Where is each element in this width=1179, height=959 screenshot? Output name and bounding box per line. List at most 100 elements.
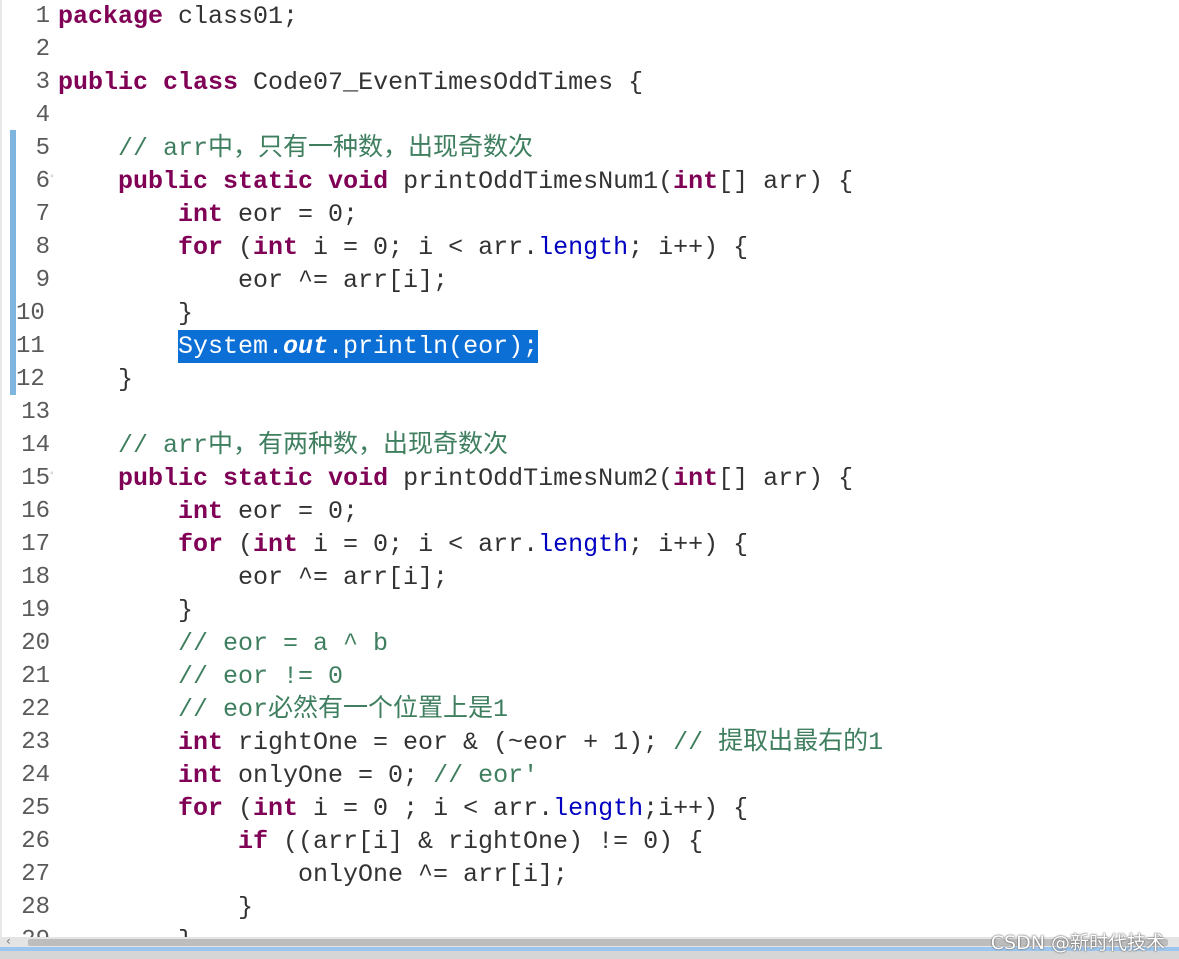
keyword: static: [223, 464, 314, 493]
code-text: int eor = 0;: [178, 495, 358, 528]
keyword: int: [178, 200, 224, 229]
code-text: public static void printOddTimesNum2(int…: [118, 462, 853, 495]
code-token: ; i++) {: [628, 530, 749, 559]
watermark: CSDN @新时代技术: [990, 932, 1165, 954]
code-token: [] arr) {: [718, 464, 854, 493]
line-number: 19: [21, 597, 50, 624]
code-line[interactable]: 16 int eor = 0;: [0, 495, 1179, 528]
code-line[interactable]: 18 eor ^= arr[i];: [0, 561, 1179, 594]
code-token: eor ^= arr[i];: [238, 563, 449, 592]
code-token: rightOne = eor & (~eor + 1);: [223, 728, 674, 757]
code-line[interactable]: 26 if ((arr[i] & rightOne) != 0) {: [0, 825, 1179, 858]
code-token: eor = 0;: [223, 497, 359, 526]
code-line[interactable]: 5 // arr中，只有一种数，出现奇数次: [0, 132, 1179, 165]
code-line[interactable]: 27 onlyOne ^= arr[i];: [0, 858, 1179, 891]
code-text: for (int i = 0 ; i < arr.length;i++) {: [178, 792, 748, 825]
keyword: int: [178, 761, 224, 790]
keyword: class: [163, 68, 239, 97]
code-line[interactable]: 15 ◦ public static void printOddTimesNum2(…: [0, 462, 1179, 495]
keyword: for: [178, 794, 224, 823]
code-editor[interactable]: 1 package class01; 2 3 public class Code07_E…: [0, 0, 1179, 940]
keyword: int: [253, 530, 299, 559]
keyword: for: [178, 233, 224, 262]
fold-marker-icon[interactable]: ◦: [49, 458, 55, 491]
fold-marker-icon[interactable]: ◦: [49, 161, 55, 194]
code-line[interactable]: 23 int rightOne = eor & (~eor + 1); // 提取…: [0, 726, 1179, 759]
code-token: .println(eor);: [328, 332, 539, 361]
line-number: 17: [21, 531, 50, 558]
code-text: // eor != 0: [178, 660, 343, 693]
code-line[interactable]: 14 // arr中，有两种数，出现奇数次: [0, 429, 1179, 462]
line-number: 2: [35, 36, 50, 63]
code-line[interactable]: 9 eor ^= arr[i];: [0, 264, 1179, 297]
code-token: ((arr[i] & rightOne) != 0) {: [268, 827, 704, 856]
code-line[interactable]: 12}: [0, 363, 1179, 396]
code-line[interactable]: 6 ◦ public static void printOddTimesNum1(i…: [0, 165, 1179, 198]
code-line[interactable]: 17 for (int i = 0; i < arr.length; i++) {: [0, 528, 1179, 561]
code-token: printOddTimesNum1(: [388, 167, 674, 196]
keyword: public: [118, 464, 209, 493]
code-line[interactable]: 1 package class01;: [0, 0, 1179, 33]
keyword: if: [238, 827, 269, 856]
line-number: 9: [35, 267, 50, 294]
line-number: 25: [21, 795, 50, 822]
code-text: int eor = 0;: [178, 198, 358, 231]
code-line[interactable]: 4: [0, 99, 1179, 132]
code-line[interactable]: 21 // eor != 0: [0, 660, 1179, 693]
comment: // arr中，有两种数，出现奇数次: [118, 431, 509, 460]
code-line[interactable]: 11 System.out.println(eor);: [0, 330, 1179, 363]
code-line[interactable]: 7 int eor = 0;: [0, 198, 1179, 231]
comment: // 提取出最右的1: [673, 728, 884, 757]
code-line[interactable]: 24 int onlyOne = 0; // eor': [0, 759, 1179, 792]
code-text: eor ^= arr[i];: [238, 561, 448, 594]
line-number: 11: [16, 333, 45, 360]
comment: // eor != 0: [178, 662, 344, 691]
code-line[interactable]: 2: [0, 33, 1179, 66]
code-line[interactable]: 19}: [0, 594, 1179, 627]
keyword: int: [673, 464, 719, 493]
code-token: }: [178, 596, 194, 625]
line-number: 28: [21, 894, 50, 921]
line-number: 18: [21, 564, 50, 591]
code-line[interactable]: 22 // eor必然有一个位置上是1: [0, 693, 1179, 726]
code-line[interactable]: 8 for (int i = 0; i < arr.length; i++) {: [0, 231, 1179, 264]
line-number: 8: [35, 234, 50, 261]
code-text: for (int i = 0; i < arr.length; i++) {: [178, 528, 748, 561]
code-token: [] arr) {: [718, 167, 854, 196]
code-token: onlyOne ^= arr[i];: [298, 860, 569, 889]
code-line[interactable]: 25 for (int i = 0 ; i < arr.length;i++) {: [0, 792, 1179, 825]
code-token: i = 0 ; i < arr.: [298, 794, 554, 823]
keyword: int: [178, 728, 224, 757]
code-token: ; i++) {: [628, 233, 749, 262]
scroll-left-arrow-icon[interactable]: ‹: [6, 934, 11, 948]
code-line[interactable]: 20 // eor = a ^ b: [0, 627, 1179, 660]
line-number: 14: [21, 432, 50, 459]
code-line[interactable]: 3 public class Code07_EvenTimesOddTimes {: [0, 66, 1179, 99]
keyword: int: [253, 794, 299, 823]
line-number: 5: [35, 135, 50, 162]
comment: // eor = a ^ b: [178, 629, 389, 658]
code-text: }: [178, 594, 193, 627]
code-token: eor ^= arr[i];: [238, 266, 449, 295]
comment: // eor': [433, 761, 539, 790]
code-token: ;i++) {: [643, 794, 749, 823]
selected-code: System.out.println(eor);: [178, 330, 539, 363]
code-line[interactable]: 10}: [0, 297, 1179, 330]
code-text: int onlyOne = 0; // eor': [178, 759, 538, 792]
code-token: }: [178, 299, 194, 328]
static-field: out: [283, 332, 329, 361]
code-line[interactable]: 13: [0, 396, 1179, 429]
line-number: 23: [21, 729, 50, 756]
code-text: }: [238, 891, 253, 924]
code-text: eor ^= arr[i];: [238, 264, 448, 297]
code-line[interactable]: 28}: [0, 891, 1179, 924]
keyword: void: [328, 464, 389, 493]
line-number: 27: [21, 861, 50, 888]
code-text: for (int i = 0; i < arr.length; i++) {: [178, 231, 748, 264]
code-token: eor = 0;: [223, 200, 359, 229]
line-number: 3: [35, 69, 50, 96]
code-text: package class01;: [58, 0, 298, 33]
keyword: void: [328, 167, 389, 196]
